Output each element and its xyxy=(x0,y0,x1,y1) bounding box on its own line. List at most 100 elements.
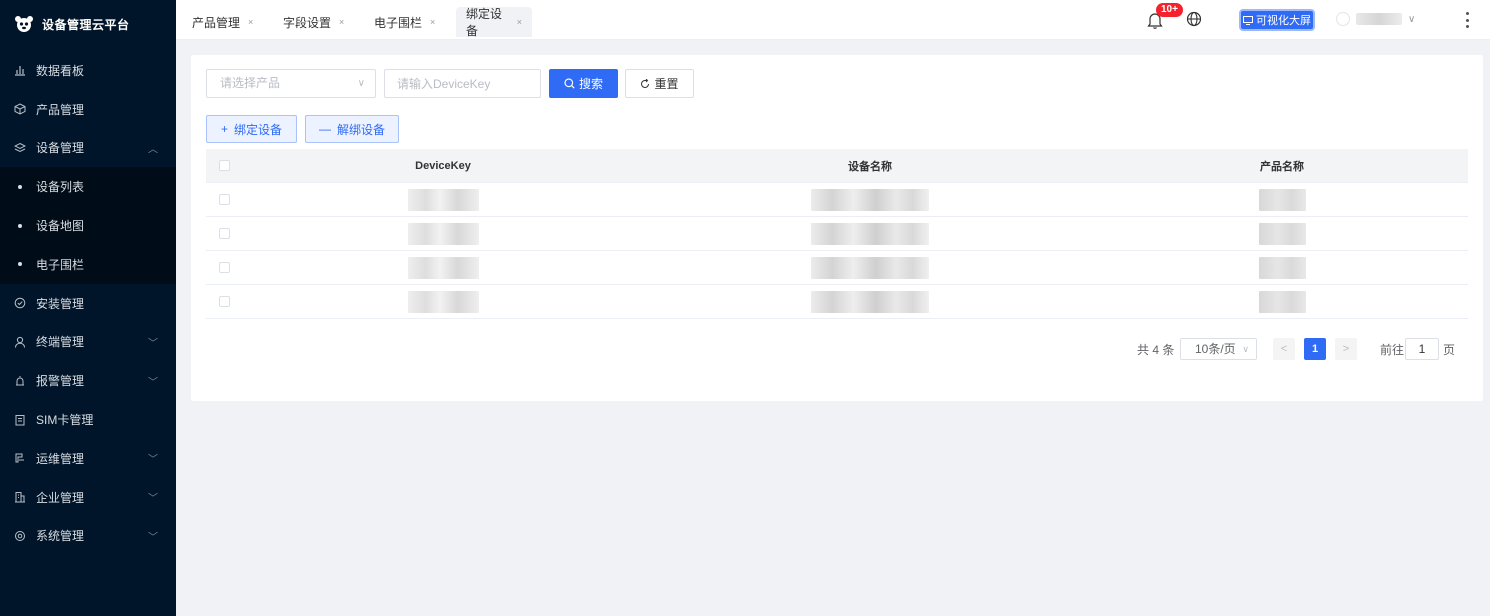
tab-product-management[interactable]: 产品管理 × xyxy=(182,7,263,37)
user-icon xyxy=(14,336,26,348)
unbind-device-button[interactable]: — 解绑设备 xyxy=(305,115,399,143)
brand-title: 设备管理云平台 xyxy=(42,17,130,32)
search-button[interactable]: 搜索 xyxy=(549,69,618,98)
bigscreen-label: 可视化大屏 xyxy=(1256,15,1311,27)
table-row[interactable] xyxy=(206,251,1468,285)
sidebar-item-install[interactable]: 安装管理 xyxy=(0,284,176,323)
select-all-checkbox[interactable] xyxy=(219,160,230,171)
tool-icon xyxy=(14,452,26,464)
sidebar-item-product[interactable]: 产品管理 xyxy=(0,90,176,129)
page-size-select[interactable]: 10条/页 ∨ xyxy=(1180,338,1257,360)
column-header-device-name: 设备名称 xyxy=(848,160,892,173)
sidebar-item-sim[interactable]: SIM卡管理 xyxy=(0,400,176,439)
visual-bigscreen-button[interactable]: 可视化大屏 xyxy=(1239,9,1315,31)
sidebar-item-device-list[interactable]: 设备列表 xyxy=(0,167,176,207)
sidebar-item-system[interactable]: 系统管理 ﹀ xyxy=(0,517,176,556)
close-icon[interactable]: × xyxy=(248,17,253,27)
bind-device-button[interactable]: + 绑定设备 xyxy=(206,115,297,143)
user-name-redacted xyxy=(1356,13,1402,25)
product-name-redacted xyxy=(1258,256,1306,279)
plus-icon: + xyxy=(220,122,228,136)
table-row[interactable] xyxy=(206,285,1468,319)
product-name-redacted xyxy=(1258,222,1306,245)
device-name-redacted xyxy=(811,256,929,279)
sidebar: 设备管理云平台 数据看板 产品管理 设备管理 ︿ 设备列表 设备地图 电子围栏 … xyxy=(0,0,176,616)
bullet-icon xyxy=(18,262,22,267)
sidebar-item-device-map[interactable]: 设备地图 xyxy=(0,206,176,245)
row-checkbox[interactable] xyxy=(219,262,230,273)
device-name-redacted xyxy=(811,188,929,211)
device-name-redacted xyxy=(811,290,929,313)
close-icon[interactable]: × xyxy=(517,17,522,27)
goto-label: 前往 xyxy=(1380,343,1405,357)
sidebar-item-alarm[interactable]: 报警管理 ﹀ xyxy=(0,361,176,400)
page-size-value: 10条/页 xyxy=(1195,342,1236,356)
globe-icon[interactable] xyxy=(1186,11,1202,27)
product-name-redacted xyxy=(1258,188,1306,211)
row-checkbox[interactable] xyxy=(219,194,230,205)
pagination: 共 4 条 10条/页 ∨ < 1 > 前往 1 页 xyxy=(191,338,1483,360)
chevron-down-icon: ∨ xyxy=(357,78,365,89)
goto-page-input[interactable]: 1 xyxy=(1405,338,1439,360)
tab-label: 产品管理 xyxy=(192,15,241,30)
cube-icon xyxy=(14,103,26,115)
next-page-button[interactable]: > xyxy=(1335,338,1357,360)
bar-chart-icon xyxy=(14,64,26,76)
minus-icon: — xyxy=(318,122,331,136)
building-icon xyxy=(14,491,26,503)
unbind-device-label: 解绑设备 xyxy=(336,122,385,137)
sidebar-item-device[interactable]: 设备管理 ︿ xyxy=(0,129,176,168)
sidebar-item-label: 安装管理 xyxy=(36,296,85,311)
chevron-up-icon: ︿ xyxy=(148,144,158,156)
row-checkbox[interactable] xyxy=(219,296,230,307)
table-row[interactable] xyxy=(206,183,1468,217)
devicekey-input[interactable] xyxy=(384,69,541,98)
tab-geofence[interactable]: 电子围栏 × xyxy=(364,7,445,37)
sidebar-item-label: 报警管理 xyxy=(36,374,85,389)
close-icon[interactable]: × xyxy=(339,17,344,27)
sidebar-item-label: 终端管理 xyxy=(36,335,85,350)
alarm-icon xyxy=(14,375,26,387)
reset-button-label: 重置 xyxy=(654,77,679,91)
column-header-product-name: 产品名称 xyxy=(1260,160,1304,173)
table-row[interactable] xyxy=(206,217,1468,251)
product-select[interactable]: 请选择产品 ∨ xyxy=(206,69,376,98)
row-checkbox[interactable] xyxy=(219,228,230,239)
avatar xyxy=(1336,12,1350,26)
sidebar-item-ops[interactable]: 运维管理 ﹀ xyxy=(0,439,176,478)
chevron-down-icon: ﹀ xyxy=(148,493,158,505)
table-header: DeviceKey 设备名称 产品名称 xyxy=(206,149,1468,183)
bind-device-label: 绑定设备 xyxy=(234,122,283,137)
sidebar-item-label: 企业管理 xyxy=(36,490,85,505)
sidebar-item-dashboard[interactable]: 数据看板 xyxy=(0,51,176,90)
page-number-current[interactable]: 1 xyxy=(1304,338,1326,360)
prev-page-button[interactable]: < xyxy=(1273,338,1295,360)
sidebar-item-terminal[interactable]: 终端管理 ﹀ xyxy=(0,323,176,362)
sidebar-item-label: SIM卡管理 xyxy=(36,413,94,428)
brand[interactable]: 设备管理云平台 xyxy=(0,0,176,48)
chevron-down-icon: ﹀ xyxy=(148,454,158,466)
chevron-down-icon: ∨ xyxy=(1242,344,1249,354)
refresh-icon xyxy=(641,78,650,88)
page-unit-label: 页 xyxy=(1443,343,1456,357)
chevron-down-icon: ﹀ xyxy=(148,532,158,544)
devicekey-redacted xyxy=(407,290,479,313)
check-circle-icon xyxy=(14,297,26,309)
sidebar-item-label: 系统管理 xyxy=(36,529,85,544)
sidebar-item-geofence[interactable]: 电子围栏 xyxy=(0,244,176,284)
sidebar-item-label: 产品管理 xyxy=(36,102,85,117)
devicekey-redacted xyxy=(407,256,479,279)
tab-label: 字段设置 xyxy=(283,15,332,30)
sidebar-item-enterprise[interactable]: 企业管理 ﹀ xyxy=(0,478,176,517)
more-vertical-icon[interactable] xyxy=(1464,12,1470,28)
pagination-total: 共 4 条 xyxy=(1137,343,1175,357)
user-menu[interactable]: ∨ xyxy=(1336,12,1415,26)
product-name-redacted xyxy=(1258,290,1306,313)
reset-button[interactable]: 重置 xyxy=(625,69,694,98)
devicekey-redacted xyxy=(407,188,479,211)
tab-label: 绑定设备 xyxy=(466,7,503,38)
tab-field-settings[interactable]: 字段设置 × xyxy=(273,7,354,37)
close-icon[interactable]: × xyxy=(430,17,435,27)
tab-bind-device[interactable]: 绑定设备 × xyxy=(456,7,532,38)
notification-badge: 10+ xyxy=(1156,3,1183,17)
